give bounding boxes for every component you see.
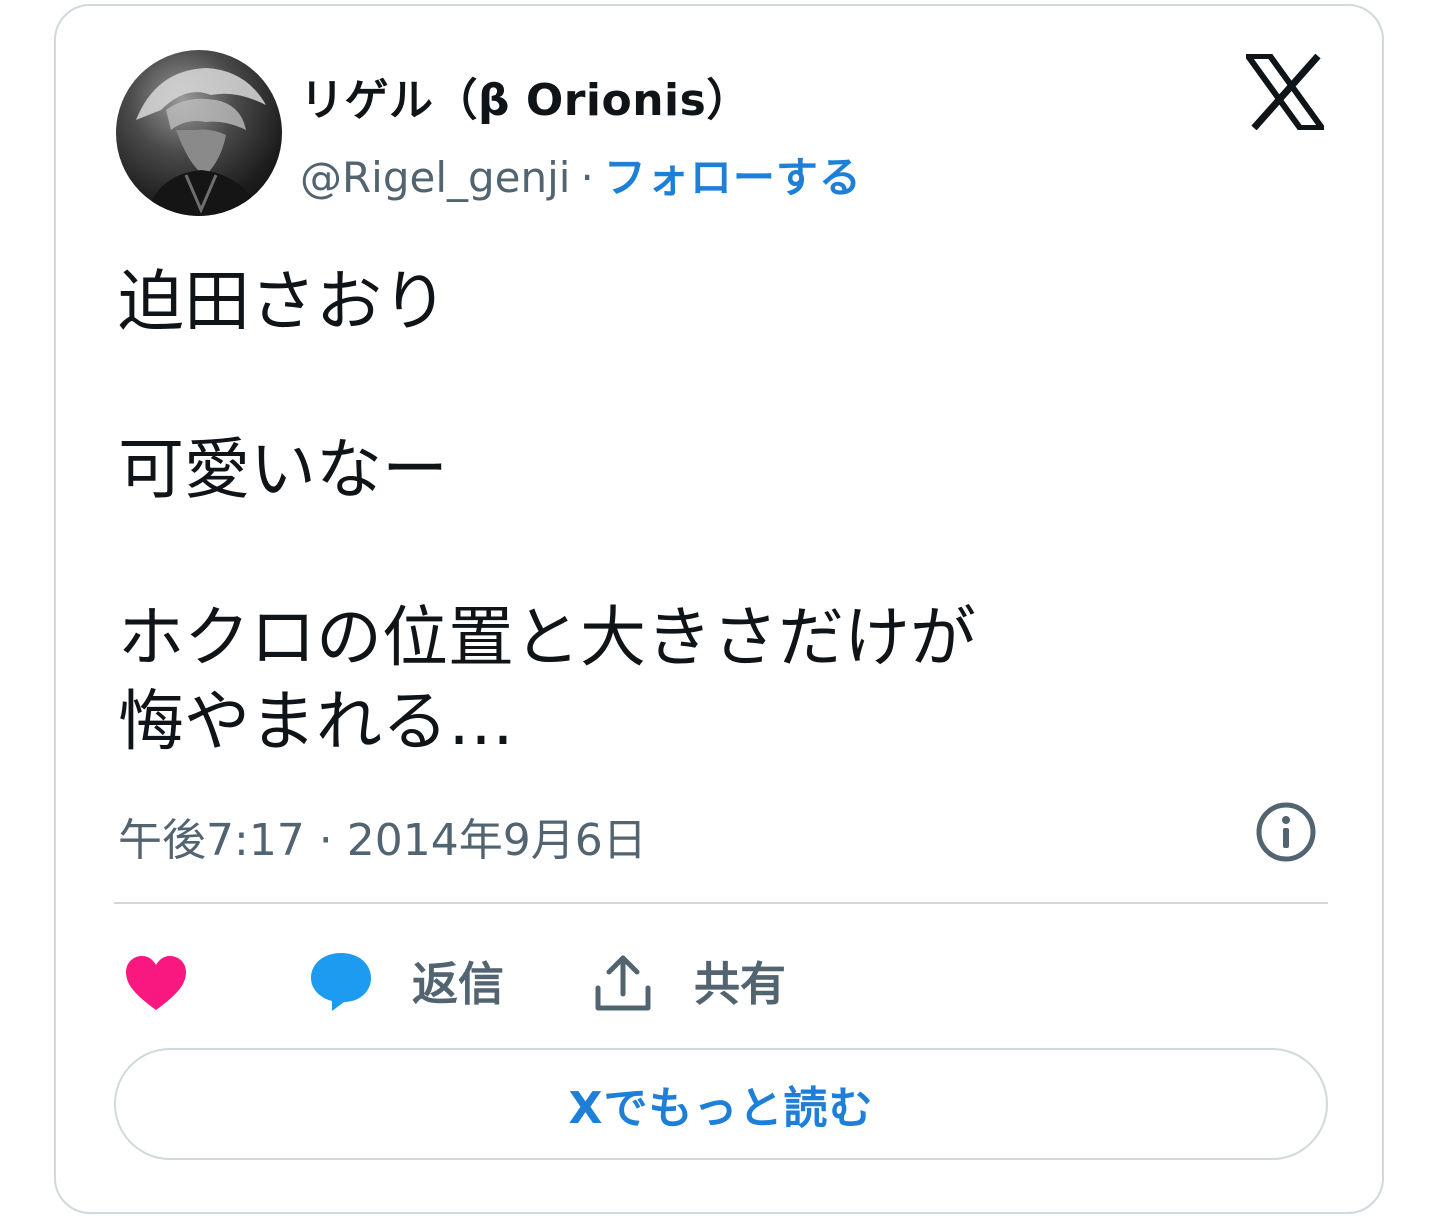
read-more-on-x-button[interactable]: Xでもっと読む <box>114 1048 1328 1160</box>
separator-dot: · <box>580 153 594 202</box>
author-handle[interactable]: @Rigel_genji <box>300 153 570 202</box>
x-logo-icon[interactable] <box>1246 54 1324 130</box>
avatar-image <box>136 68 266 216</box>
author-display-name[interactable]: リゲル（β Orionis） <box>300 64 751 128</box>
divider <box>114 902 1328 904</box>
reply-button[interactable]: 返信 <box>412 948 504 1014</box>
info-icon[interactable] <box>1254 800 1318 864</box>
follow-link[interactable]: フォローする <box>604 153 862 202</box>
reply-bubble-icon[interactable] <box>308 950 374 1012</box>
share-button[interactable]: 共有 <box>694 948 786 1014</box>
tweet-text: 迫田さおり 可愛いなー ホクロの位置と大きさだけが 悔やまれる… <box>118 263 976 760</box>
tweet-timestamp[interactable]: 午後7:17 · 2014年9月6日 <box>118 804 647 868</box>
share-icon[interactable] <box>592 952 654 1014</box>
embedded-tweet-card: リゲル（β Orionis） @Rigel_genji · フォローする 迫田さおり… <box>54 4 1384 1214</box>
author-handle-row: @Rigel_genji · フォローする <box>300 144 862 205</box>
action-bar: 返信 共有 <box>56 944 1382 1024</box>
heart-icon[interactable] <box>124 954 188 1012</box>
avatar[interactable] <box>116 50 282 216</box>
